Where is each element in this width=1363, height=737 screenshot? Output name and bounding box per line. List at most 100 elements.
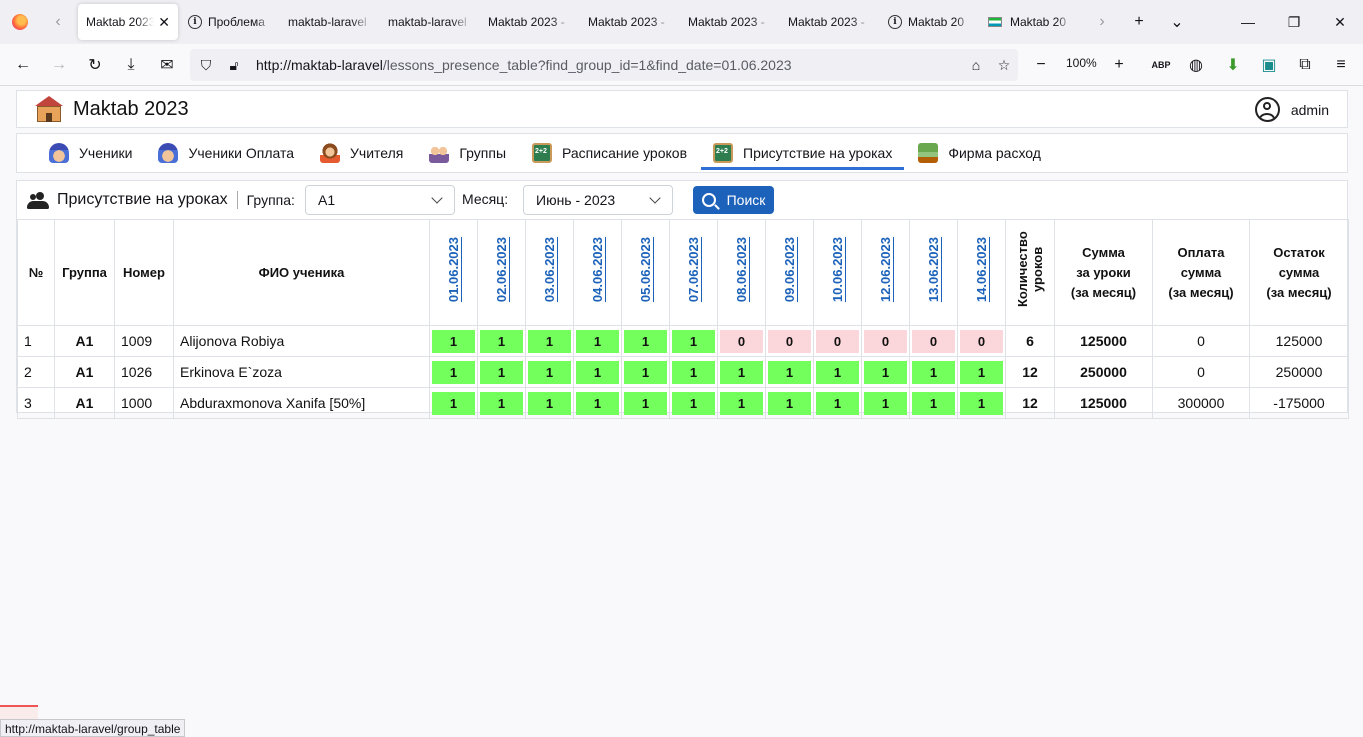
presence-cell[interactable]: 0 <box>765 325 814 357</box>
presence-cell[interactable]: 1 <box>813 356 862 388</box>
back-icon[interactable]: ← <box>5 49 41 81</box>
browser-tab[interactable]: Maktab 2023 ✕ <box>78 4 178 40</box>
presence-cell[interactable]: 1 <box>429 325 478 357</box>
browser-tab[interactable]: Maktab 2023 - <box>480 4 580 40</box>
adblock-icon[interactable]: ABP <box>1143 49 1179 81</box>
presence-cell[interactable]: 1 <box>717 387 766 419</box>
presence-cell[interactable]: 1 <box>909 356 958 388</box>
mail-icon[interactable]: ✉ <box>149 49 185 81</box>
presence-cell[interactable]: 1 <box>525 356 574 388</box>
presence-cell[interactable]: 1 <box>429 387 478 419</box>
shield-icon[interactable]: ⛉ <box>192 57 220 74</box>
presence-cell[interactable]: 0 <box>909 325 958 357</box>
tabs-scroll-left-icon[interactable]: ‹ <box>40 0 76 44</box>
browser-tab[interactable]: maktab-laravel <box>380 4 480 40</box>
date-link[interactable]: 07.06.2023 <box>686 237 702 302</box>
date-link[interactable]: 01.06.2023 <box>446 237 462 302</box>
group-select[interactable]: A1 <box>305 185 455 215</box>
home-icon[interactable]: ⌂ <box>962 57 990 73</box>
bookmark-star-icon[interactable]: ☆ <box>990 57 1018 74</box>
presence-cell[interactable]: 1 <box>669 356 718 388</box>
menu-item[interactable]: Расписание уроков <box>520 134 699 172</box>
presence-cell[interactable]: 1 <box>573 356 622 388</box>
presence-cell[interactable]: 1 <box>813 387 862 419</box>
presence-cell[interactable]: 0 <box>957 325 1006 357</box>
minimize-icon[interactable]: — <box>1225 0 1271 44</box>
menu-item[interactable]: Ученики <box>37 134 144 172</box>
presence-cell[interactable]: 0 <box>861 325 910 357</box>
presence-cell[interactable]: 0 <box>813 325 862 357</box>
menu-item[interactable]: Учителя <box>308 134 415 172</box>
presence-cell[interactable]: 1 <box>669 325 718 357</box>
user-menu[interactable]: admin <box>1254 97 1329 122</box>
browser-tab[interactable]: maktab-laravel <box>280 4 380 40</box>
zoom-in-icon[interactable]: + <box>1101 49 1137 81</box>
menu-icon[interactable]: ≡ <box>1323 49 1359 81</box>
zoom-level[interactable]: 100% <box>1066 56 1097 70</box>
presence-cell[interactable]: 1 <box>573 325 622 357</box>
downloads-icon[interactable]: ⤓ <box>113 49 149 81</box>
restore-icon[interactable]: ❐ <box>1271 0 1317 44</box>
menu-item[interactable]: Группы <box>417 134 518 172</box>
tabs-scroll-right-icon[interactable]: › <box>1084 0 1120 44</box>
presence-cell[interactable]: 1 <box>621 356 670 388</box>
menu-item[interactable]: Присутствие на уроках <box>701 134 905 172</box>
presence-cell[interactable]: 1 <box>909 387 958 419</box>
presence-cell[interactable]: 1 <box>765 387 814 419</box>
presence-cell[interactable]: 1 <box>525 387 574 419</box>
date-link[interactable]: 12.06.2023 <box>878 237 894 302</box>
list-tabs-icon[interactable]: ⌄ <box>1158 0 1196 44</box>
close-tab-icon[interactable]: ✕ <box>158 14 170 31</box>
presence-cell[interactable]: 1 <box>861 387 910 419</box>
app-title[interactable]: Maktab 2023 <box>73 98 189 121</box>
browser-tab[interactable]: Maktab 2023 - <box>680 4 780 40</box>
save-icon[interactable]: ▣ <box>1251 49 1287 81</box>
date-link[interactable]: 08.06.2023 <box>734 237 750 302</box>
url-bar[interactable]: ⛉ 🔓︎ http://maktab-laravel/lessons_prese… <box>190 49 1018 81</box>
presence-cell[interactable]: 0 <box>717 325 766 357</box>
forward-icon[interactable]: → <box>41 49 77 81</box>
date-link[interactable]: 13.06.2023 <box>926 237 942 302</box>
date-link[interactable]: 09.06.2023 <box>782 237 798 302</box>
menu-item[interactable]: Ученики Оплата <box>146 134 306 172</box>
present-mark: 1 <box>432 329 475 353</box>
browser-tab[interactable]: Maktab 2023 - <box>580 4 680 40</box>
presence-cell[interactable]: 1 <box>957 387 1006 419</box>
date-link[interactable]: 03.06.2023 <box>542 237 558 302</box>
download-arrow-icon[interactable]: ⬇ <box>1215 49 1251 81</box>
presence-cell[interactable]: 1 <box>861 356 910 388</box>
presence-cell[interactable]: 1 <box>957 356 1006 388</box>
browser-tab[interactable]: Maktab 2023 - <box>780 4 880 40</box>
date-link[interactable]: 10.06.2023 <box>830 237 846 302</box>
presence-cell[interactable]: 1 <box>621 387 670 419</box>
presence-cell[interactable]: 1 <box>477 325 526 357</box>
reload-icon[interactable]: ↻ <box>77 49 113 81</box>
presence-cell[interactable]: 1 <box>621 325 670 357</box>
date-link[interactable]: 05.06.2023 <box>638 237 654 302</box>
date-link[interactable]: 04.06.2023 <box>590 237 606 302</box>
presence-cell[interactable]: 1 <box>429 356 478 388</box>
month-select[interactable]: Июнь - 2023 <box>523 185 673 215</box>
date-link[interactable]: 02.06.2023 <box>494 237 510 302</box>
url-text[interactable]: http://maktab-laravel/lessons_presence_t… <box>256 57 962 73</box>
new-tab-icon[interactable]: + <box>1120 0 1158 44</box>
presence-cell[interactable]: 1 <box>573 387 622 419</box>
date-link[interactable]: 14.06.2023 <box>974 237 990 302</box>
firefox-logo-icon[interactable] <box>0 0 40 44</box>
insecure-lock-icon[interactable]: 🔓︎ <box>220 57 248 74</box>
presence-cell[interactable]: 1 <box>477 387 526 419</box>
close-window-icon[interactable]: ✕ <box>1317 0 1363 44</box>
presence-cell[interactable]: 1 <box>477 356 526 388</box>
globe-icon[interactable]: ◍ <box>1178 49 1214 81</box>
presence-cell[interactable]: 1 <box>765 356 814 388</box>
browser-tab[interactable]: Maktab 20 <box>980 4 1080 40</box>
presence-cell[interactable]: 1 <box>669 387 718 419</box>
zoom-out-icon[interactable]: − <box>1023 49 1059 81</box>
extensions-icon[interactable]: ⧉ <box>1287 49 1323 81</box>
presence-cell[interactable]: 1 <box>525 325 574 357</box>
search-button[interactable]: Поиск <box>693 186 774 214</box>
browser-tab[interactable]: i Проблема <box>180 4 280 40</box>
browser-tab[interactable]: i Maktab 20 <box>880 4 980 40</box>
menu-item[interactable]: Фирма расход <box>906 134 1053 172</box>
presence-cell[interactable]: 1 <box>717 356 766 388</box>
